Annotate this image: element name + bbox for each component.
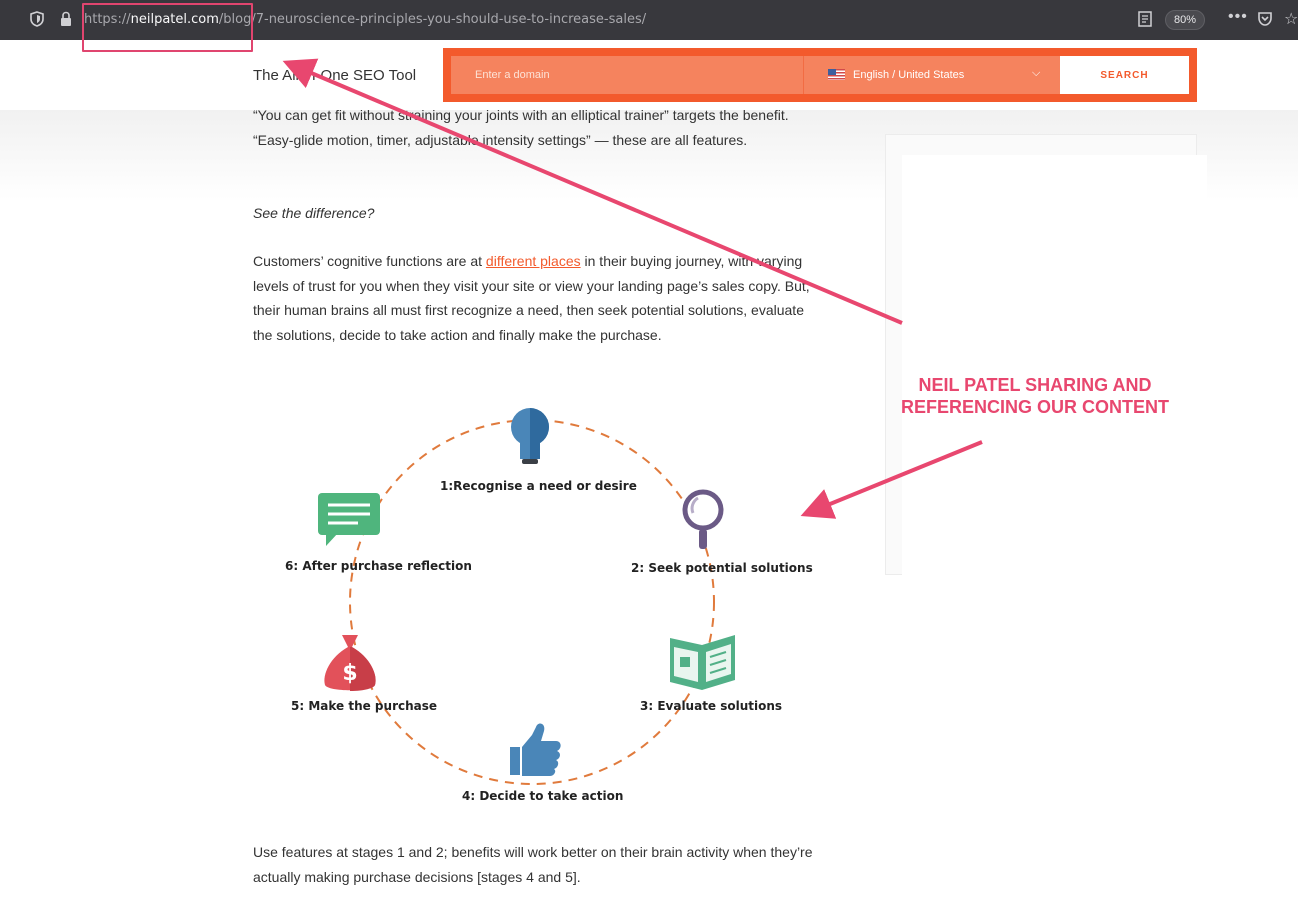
annotation-text: NEIL PATEL SHARING AND REFERENCING OUR C… <box>880 374 1190 418</box>
domain-input[interactable] <box>451 56 803 94</box>
magnifier-icon <box>682 489 724 549</box>
article-paragraph-2: See the difference? <box>253 201 823 226</box>
sidebar-ad-slot <box>902 155 1207 575</box>
svg-text:$: $ <box>342 661 357 686</box>
article-paragraph-3: Customers’ cognitive functions are at di… <box>253 249 823 347</box>
step-6-label: 6: After purchase reflection <box>285 559 472 573</box>
diagram-graphic: $ <box>318 408 735 785</box>
thumbs-up-icon <box>510 723 561 776</box>
different-places-link[interactable]: different places <box>486 253 581 269</box>
article-paragraph-4: Use features at stages 1 and 2; benefits… <box>253 844 813 885</box>
annotation-line-2: REFERENCING OUR CONTENT <box>900 397 1169 417</box>
annotation-line-1: NEIL PATEL SHARING AND <box>918 375 1152 395</box>
reader-view-icon[interactable] <box>1138 11 1152 27</box>
lightbulb-icon <box>511 408 549 464</box>
url-path: /blog/7-neuroscience-principles-you-shou… <box>218 12 647 27</box>
step-5-label: 5: Make the purchase <box>291 699 438 713</box>
buying-journey-diagram: $ 1:Recognise a need or desire 2: Seek p… <box>270 395 830 815</box>
bookmark-star-icon[interactable]: ☆ <box>1284 9 1298 29</box>
italic-question: See the difference? <box>253 205 375 221</box>
chevron-down-icon: ⌵ <box>1032 67 1041 79</box>
paragraph-text-start: Customers’ cognitive functions are at <box>253 253 486 269</box>
site-tagline[interactable]: The All-in-One SEO Tool <box>253 67 416 84</box>
zoom-indicator[interactable]: 80% <box>1165 10 1205 30</box>
step-4-label: 4: Decide to take action <box>462 789 624 803</box>
us-flag-icon <box>828 69 845 80</box>
step-2-label: 2: Seek potential solutions <box>631 561 813 575</box>
article-paragraph-1: “You can get fit without straining your … <box>253 107 789 148</box>
pocket-icon[interactable] <box>1257 11 1273 27</box>
money-bag-icon: $ <box>324 635 376 691</box>
page-actions-menu[interactable]: ••• <box>1228 8 1248 26</box>
language-label: English / United States <box>853 69 965 81</box>
language-select[interactable]: English / United States ⌵ <box>803 56 1060 94</box>
chat-bubble-icon <box>318 493 380 546</box>
newspaper-icon <box>670 635 735 690</box>
search-button[interactable]: SEARCH <box>1060 56 1189 94</box>
step-3-label: 3: Evaluate solutions <box>640 699 783 713</box>
url-highlight-box <box>82 3 253 52</box>
step-1-label: 1:Recognise a need or desire <box>440 479 637 493</box>
